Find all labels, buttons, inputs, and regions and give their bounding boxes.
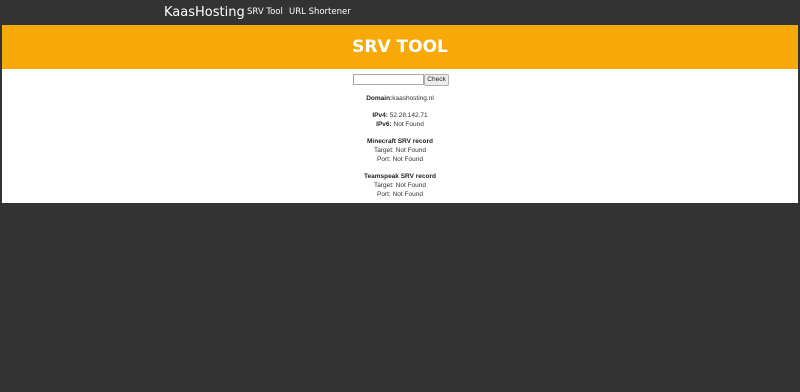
ipv6-value: Not Found — [393, 121, 424, 128]
teamspeak-port-line: Port: Not Found — [2, 190, 798, 199]
domain-label: Domain: — [366, 95, 393, 102]
minecraft-port-label: Port: — [377, 156, 391, 163]
top-navbar: KaasHosting SRV Tool URL Shortener — [0, 0, 800, 25]
ipv4-value: 52.28.142.71 — [389, 112, 428, 119]
brand-link[interactable]: KaasHosting — [164, 5, 245, 20]
teamspeak-port-label: Port: — [377, 191, 391, 198]
teamspeak-target-line: Target: Not Found — [2, 181, 798, 190]
minecraft-heading: Minecraft SRV record — [2, 137, 798, 146]
minecraft-port-line: Port: Not Found — [2, 155, 798, 164]
domain-line: Domain:kaashosting.nl — [2, 94, 798, 103]
ipv4-line: IPv4: 52.28.142.71 — [2, 111, 798, 120]
nav-link-srv-tool[interactable]: SRV Tool — [247, 7, 283, 18]
teamspeak-target-value: Not Found — [395, 182, 427, 189]
nav-link-url-shortener[interactable]: URL Shortener — [289, 7, 351, 18]
minecraft-port-value: Not Found — [392, 156, 423, 163]
page-title: SRV TOOL — [352, 37, 448, 57]
ipv4-label: IPv4: — [372, 112, 388, 119]
ipv6-label: IPv6: — [376, 121, 392, 128]
main-content: Check Domain:kaashosting.nl IPv4: 52.28.… — [2, 69, 798, 203]
teamspeak-target-label: Target: — [373, 182, 394, 189]
teamspeak-heading: Teamspeak SRV record — [2, 172, 798, 181]
domain-input[interactable] — [353, 74, 424, 85]
minecraft-target-line: Target: Not Found — [2, 146, 798, 155]
check-button[interactable]: Check — [424, 74, 449, 86]
domain-value: kaashosting.nl — [392, 95, 434, 102]
minecraft-heading-text: Minecraft SRV record — [367, 138, 433, 145]
minecraft-target-value: Not Found — [395, 147, 427, 154]
teamspeak-port-value: Not Found — [392, 191, 423, 198]
teamspeak-heading-text: Teamspeak SRV record — [363, 173, 437, 180]
hero-banner: SRV TOOL — [2, 25, 798, 69]
ipv6-line: IPv6: Not Found — [2, 120, 798, 129]
minecraft-target-label: Target: — [373, 147, 394, 154]
